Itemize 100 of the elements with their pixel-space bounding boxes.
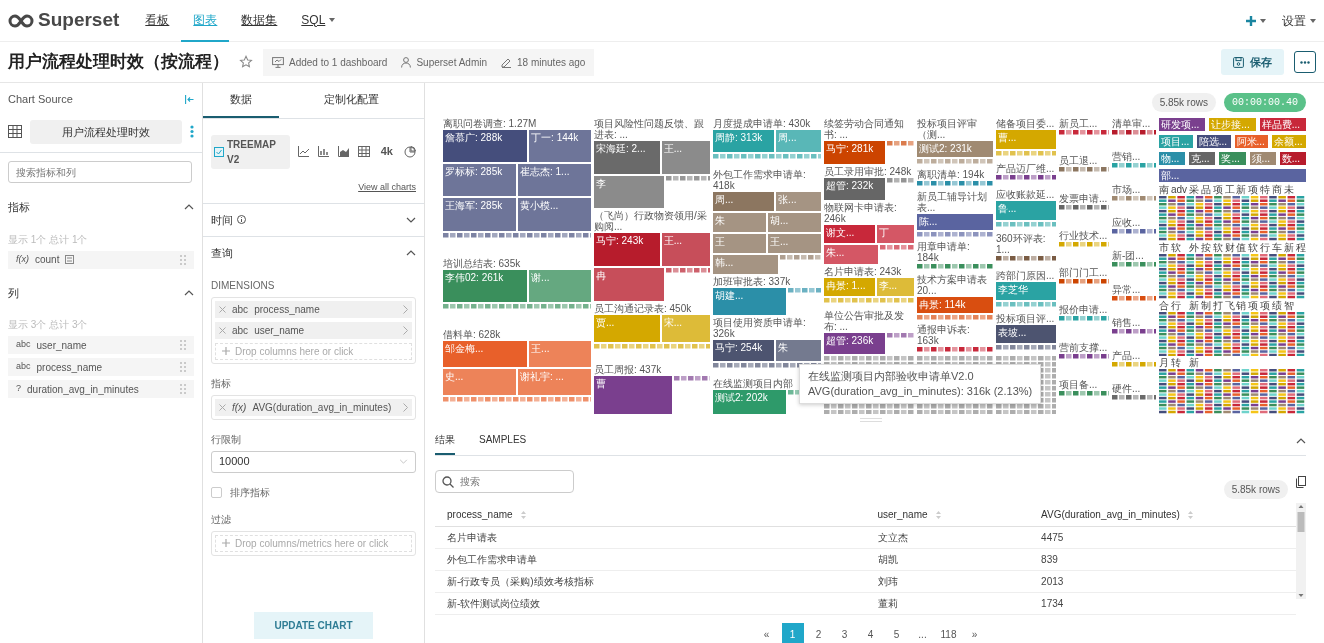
table-cell: 刘玮 — [877, 576, 898, 587]
pencil-icon — [501, 56, 513, 68]
drag-handle-icon — [180, 254, 186, 265]
page-button[interactable]: 5 — [885, 623, 908, 643]
page-button[interactable]: 3 — [833, 623, 856, 643]
treemap-group-label: 技术方案申请表20... — [917, 273, 988, 296]
pie-chart-icon[interactable] — [404, 145, 416, 158]
nav-link[interactable]: 数据集 — [229, 0, 290, 42]
treemap-tile-label: 新 — [1284, 241, 1295, 253]
field-item[interactable]: abc process_name — [8, 358, 194, 376]
copy-icon[interactable] — [1296, 475, 1306, 488]
treemap-group-label: 离职清单: 194k — [917, 168, 986, 180]
page-button[interactable]: « — [755, 623, 778, 643]
field-label: 过滤 — [211, 512, 232, 527]
treemap-tile: 须... — [1249, 152, 1276, 165]
section-title: 列 — [8, 285, 19, 301]
page-button[interactable]: ... — [911, 623, 934, 643]
treemap-tile-label: 财 — [1224, 241, 1235, 253]
treemap-tile: 丁 — [876, 224, 914, 244]
treemap-tile: 鲁... — [996, 201, 1056, 220]
tab[interactable]: 数据 — [203, 83, 279, 118]
update-chart-button[interactable]: UPDATE CHART — [254, 612, 373, 639]
treemap-tile-label: 未 — [1284, 184, 1295, 195]
more-button[interactable] — [1294, 51, 1316, 73]
search-field[interactable]: 搜索 — [435, 470, 574, 493]
kebab-menu-icon[interactable] — [190, 125, 194, 139]
treemap-tile-label: 制 — [1200, 299, 1211, 311]
viz-type-chip[interactable]: TREEMAP V2 — [211, 134, 290, 169]
treemap-group-label: 投标项目评... — [996, 313, 1056, 324]
star-icon[interactable] — [239, 55, 253, 69]
field-name: duration_avg_in_minutes — [27, 382, 139, 397]
save-button[interactable]: 保存 — [1221, 48, 1284, 76]
treemap-group-label: 发票申请... — [1059, 192, 1109, 204]
type-label: f(x) — [232, 400, 247, 415]
page-button[interactable]: 2 — [807, 623, 830, 643]
page-button[interactable]: » — [963, 623, 986, 643]
type-label: abc — [232, 302, 249, 317]
view-all-charts-link[interactable]: View all charts — [358, 181, 416, 192]
scrollbar[interactable] — [1296, 503, 1306, 599]
treemap-tile: 数... — [1279, 152, 1306, 165]
treemap-tiles-drawing — [996, 221, 1056, 228]
treemap-tile: 陪选... — [1196, 135, 1231, 148]
caret-icon — [1310, 18, 1316, 23]
treemap-tile-label: 市 — [1159, 241, 1169, 253]
treemap-tile: 超管: 236k — [824, 333, 885, 354]
tab[interactable]: 结果 — [435, 426, 455, 455]
chevron-down-icon[interactable] — [406, 216, 416, 223]
checkbox[interactable] — [211, 486, 222, 498]
treemap-tile: 胡建... — [713, 287, 786, 316]
column-header[interactable]: AVG(duration_avg_in_minutes) — [1041, 507, 1193, 522]
treemap-tile-label: 智 — [1284, 299, 1295, 311]
search-field[interactable]: 搜索指标和列 — [8, 161, 192, 183]
field-item[interactable]: abc user_name — [8, 336, 194, 354]
column-header[interactable]: process_name — [447, 507, 526, 522]
column-header[interactable]: user_name — [877, 507, 941, 522]
chevron-up-icon[interactable] — [406, 250, 416, 257]
treemap-tiles-drawing — [879, 245, 914, 252]
treemap-group-label: 应收账款延... — [996, 189, 1056, 201]
treemap-tile-label: 项 — [1248, 299, 1259, 311]
field-item[interactable]: f(x) count — [8, 250, 194, 269]
brand-name[interactable]: Superset — [38, 6, 120, 35]
table-cell: 胡凯 — [877, 554, 898, 565]
tab[interactable]: SAMPLES — [479, 426, 527, 455]
treemap-group-label: 名片申请表: 243k — [824, 265, 903, 277]
nav-link[interactable]: SQL — [289, 0, 348, 42]
treemap-tile: 冉景: 114k — [917, 296, 993, 313]
treemap-tile: 张... — [776, 192, 821, 211]
field-name: process_name — [36, 360, 103, 375]
chevron-up-icon[interactable] — [184, 204, 194, 211]
search-icon — [442, 476, 454, 488]
field-item[interactable]: ? duration_avg_in_minutes — [8, 380, 194, 398]
chevron-up-icon[interactable] — [184, 289, 194, 296]
treemap-tile-label: 绩 — [1272, 299, 1283, 311]
settings-menu[interactable]: 设置 — [1282, 11, 1316, 30]
treemap-group-label: 部门门工... — [1059, 267, 1109, 278]
nav-link[interactable]: 看板 — [133, 0, 182, 42]
table-icon[interactable] — [357, 145, 370, 158]
treemap-tile-label: 转 — [1170, 357, 1182, 369]
treemap-tile: 王海军: 285k — [443, 198, 516, 231]
treemap-group-label: 新员工辅导计划表... — [917, 190, 988, 213]
area-chart-icon[interactable] — [337, 145, 350, 158]
treemap-tile-label: 飞 — [1224, 299, 1235, 311]
treemap-group-label: 异常... — [1112, 283, 1142, 295]
treemap-tile: 奖... — [1219, 152, 1246, 165]
line-chart-icon[interactable] — [297, 145, 310, 158]
field-name: AVG(duration_avg_in_minutes) — [252, 400, 393, 415]
treemap-group-label: 清单审... — [1112, 118, 1152, 129]
treemap-tile: 测试2: 231k — [917, 141, 993, 158]
row-limit-select[interactable]: 10000 — [211, 450, 416, 473]
new-menu-button[interactable] — [1246, 15, 1266, 26]
viz-type-chip[interactable]: 4k — [377, 141, 396, 162]
treemap-tile: 马宁: 243k — [594, 233, 660, 266]
resize-handle-icon[interactable] — [859, 418, 882, 422]
bar-chart-icon[interactable] — [317, 145, 330, 158]
treemap-tile-label: 值 — [1236, 241, 1247, 253]
dataset-selector[interactable]: 用户流程处理时效 — [30, 119, 182, 144]
page-button[interactable]: 118 — [937, 623, 960, 643]
collapse-icon[interactable] — [1296, 437, 1306, 444]
tab[interactable]: 定制化配置 — [279, 83, 424, 118]
page-button[interactable]: 4 — [859, 623, 882, 643]
